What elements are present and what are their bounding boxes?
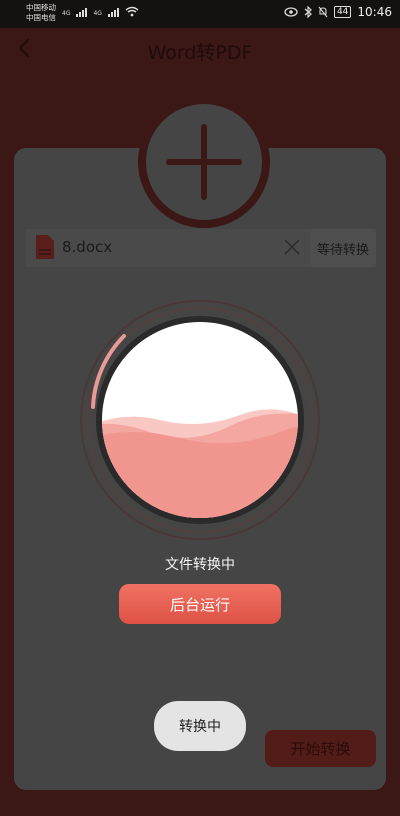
conversion-status: 文件转换中 xyxy=(165,557,235,573)
mute-icon xyxy=(318,6,328,18)
file-name: 8.docx xyxy=(62,238,113,256)
doc-file-icon xyxy=(36,235,54,259)
converting-toast: 转换中 xyxy=(154,701,246,751)
app-screen: 中国移动 中国电信 4G 4G 44 10:46 Word转PDF 8.docx… xyxy=(0,0,400,816)
background-run-button[interactable]: 后台运行 xyxy=(119,584,281,624)
waiting-status: 等待转换 xyxy=(310,229,376,267)
start-convert-button[interactable]: 开始转换 xyxy=(265,730,376,767)
status-right: 44 10:46 xyxy=(284,5,392,19)
eye-icon xyxy=(284,7,298,17)
add-file-button[interactable] xyxy=(138,96,270,228)
signal-icon xyxy=(76,7,88,17)
page-title: Word转PDF xyxy=(147,42,253,64)
signal-icon-2 xyxy=(107,7,119,17)
network-2-label: 4G xyxy=(93,10,102,17)
carrier-2: 中国电信 xyxy=(26,13,56,22)
close-icon[interactable] xyxy=(282,237,302,257)
carrier-1: 中国移动 xyxy=(26,3,56,12)
progress-circle xyxy=(80,300,320,540)
wifi-icon xyxy=(125,6,139,17)
carrier-labels: 中国移动 中国电信 xyxy=(26,3,56,23)
battery-icon: 44 xyxy=(333,6,352,18)
bluetooth-icon xyxy=(304,6,312,18)
signal-icons: 4G 4G xyxy=(62,6,139,17)
header: Word转PDF xyxy=(0,28,400,72)
clock: 10:46 xyxy=(357,5,392,19)
status-bar: 中国移动 中国电信 4G 4G 44 10:46 xyxy=(0,0,400,28)
network-1-label: 4G xyxy=(62,10,71,17)
file-row: 8.docx 等待转换 xyxy=(26,229,376,267)
